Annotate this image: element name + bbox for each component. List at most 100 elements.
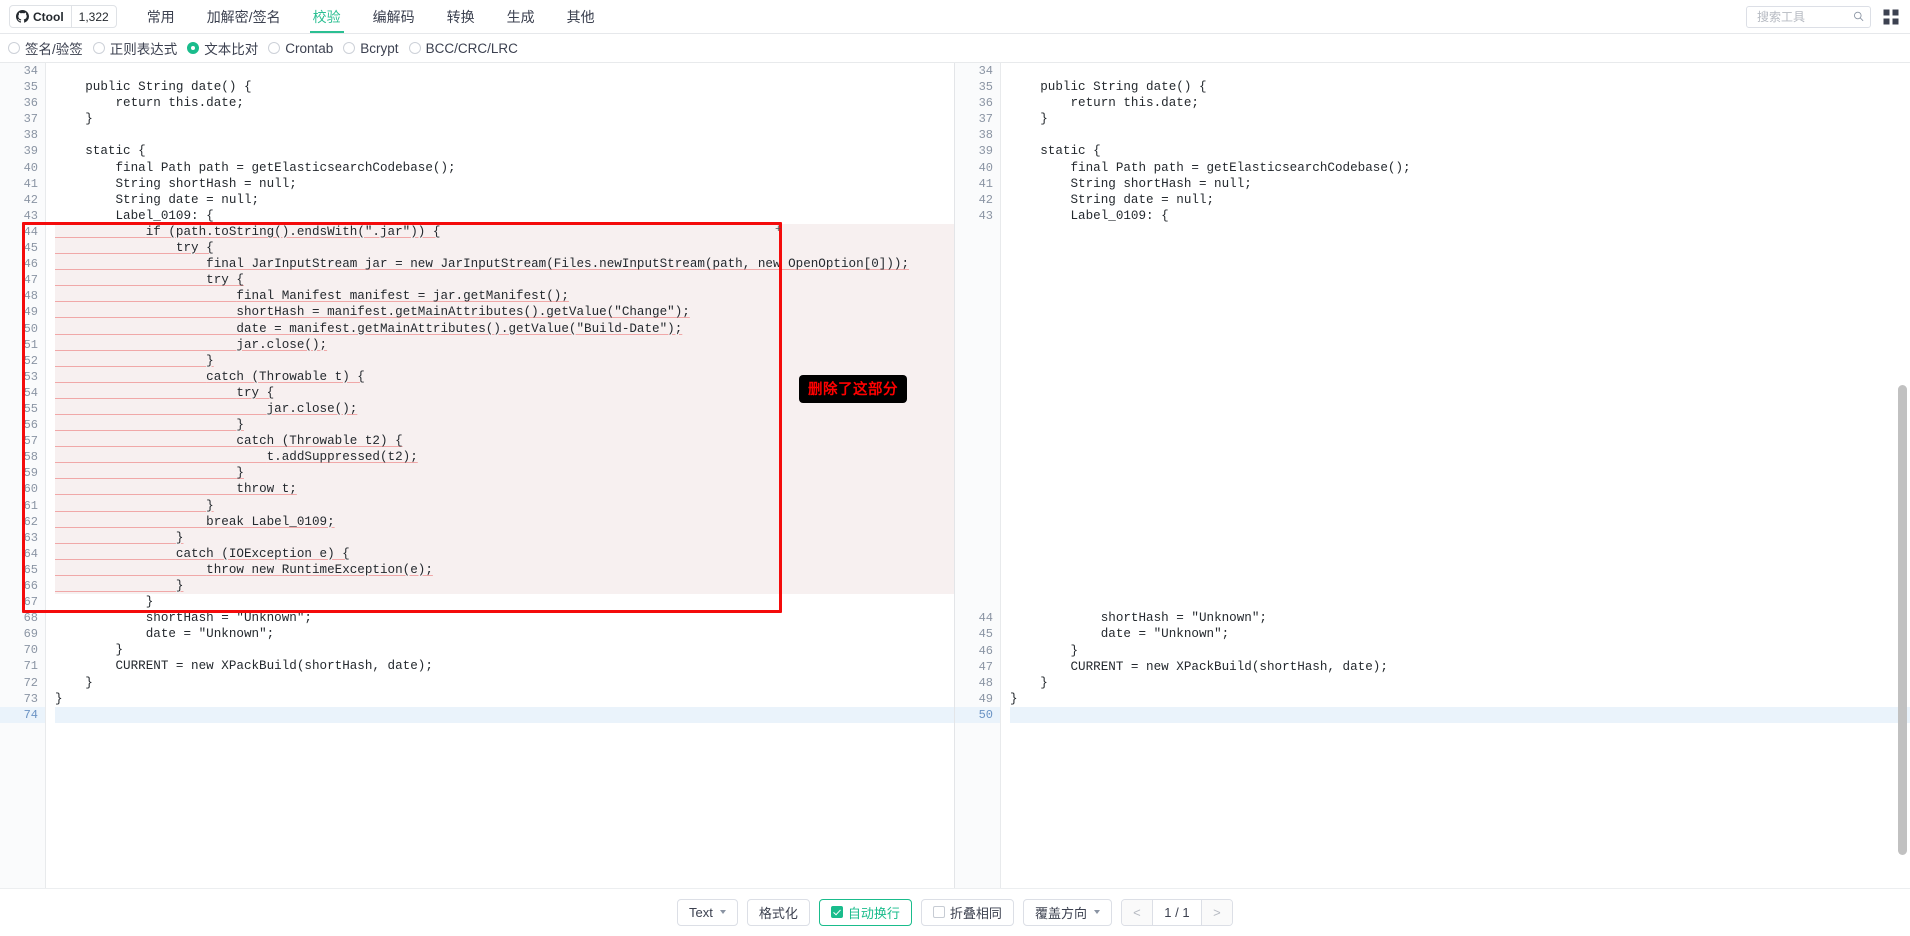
code-line-deleted[interactable]: shortHash = manifest.getMainAttributes()… — [55, 304, 954, 321]
line-number: 34 — [978, 64, 993, 78]
code-line[interactable]: } — [55, 642, 954, 658]
line-number: 41 — [23, 176, 38, 191]
code-content-left[interactable]: public String date() { return this.date;… — [46, 63, 954, 888]
grid-apps-icon[interactable] — [1883, 9, 1899, 25]
code-line[interactable]: static { — [1010, 143, 1910, 159]
format-button[interactable]: 格式化 — [746, 898, 810, 926]
code-line[interactable]: String shortHash = null; — [1010, 176, 1910, 192]
search-icon[interactable] — [1853, 10, 1865, 23]
code-line[interactable]: } — [55, 675, 954, 691]
radio-sign-verify[interactable]: 签名/验签 — [5, 38, 90, 58]
radio-text-diff[interactable]: 文本比对 — [184, 38, 265, 58]
code-line[interactable]: public String date() { — [1010, 79, 1910, 95]
code-line[interactable]: } — [55, 594, 954, 610]
code-line[interactable]: } — [55, 691, 954, 707]
code-line[interactable] — [1010, 127, 1910, 143]
format-type-label: Text — [689, 904, 713, 920]
line-number: 48 — [978, 675, 993, 690]
vertical-scrollbar[interactable] — [1898, 65, 1907, 887]
line-number: 35 — [23, 80, 38, 95]
code-line[interactable] — [1010, 63, 1910, 79]
code-line[interactable]: String date = null; — [55, 192, 954, 208]
auto-wrap-toggle[interactable]: 自动换行 — [818, 898, 912, 926]
code-line[interactable]: } — [1010, 643, 1910, 659]
code-line[interactable]: CURRENT = new XPackBuild(shortHash, date… — [1010, 659, 1910, 675]
code-line-deleted[interactable]: } — [55, 417, 954, 434]
radio-bcrypt[interactable]: Bcrypt — [340, 41, 405, 56]
overwrite-direction-select[interactable]: 覆盖方向 — [1022, 898, 1112, 926]
code-line-deleted[interactable]: final Manifest manifest = jar.getManifes… — [55, 288, 954, 305]
code-line-deleted[interactable]: try { — [55, 272, 954, 289]
code-line-deleted[interactable]: t.addSuppressed(t2); — [55, 449, 954, 466]
tab-generate[interactable]: 生成 — [491, 0, 551, 33]
code-line[interactable]: } — [1010, 675, 1910, 691]
code-line[interactable]: } — [55, 111, 954, 127]
code-line[interactable]: final Path path = getElasticsearchCodeba… — [55, 160, 954, 176]
code-line[interactable]: Label_0109: { — [1010, 208, 1910, 224]
code-line[interactable]: String date = null; — [1010, 192, 1910, 208]
code-line[interactable]: date = "Unknown"; — [1010, 626, 1910, 642]
code-line[interactable]: public String date() { — [55, 79, 954, 95]
tab-encrypt-sign[interactable]: 加解密/签名 — [191, 0, 297, 33]
code-line-deleted[interactable]: } — [55, 578, 954, 595]
brand-badge[interactable]: Ctool 1,322 — [9, 5, 117, 28]
code-line[interactable]: } — [1010, 691, 1910, 707]
code-line-deleted[interactable]: if (path.toString().endsWith(".jar")) { — [55, 223, 954, 241]
radio-regex[interactable]: 正则表达式 — [90, 38, 185, 58]
code-line[interactable]: shortHash = "Unknown"; — [55, 610, 954, 626]
pager-next-button[interactable]: > — [1201, 899, 1232, 925]
radio-indicator — [92, 42, 105, 54]
search-input[interactable] — [1755, 8, 1854, 25]
radio-crontab[interactable]: Crontab — [265, 41, 340, 56]
code-line[interactable]: String shortHash = null; — [55, 176, 954, 192]
code-content-right[interactable]: public String date() { return this.date;… — [1001, 63, 1910, 888]
search-tool-box[interactable] — [1746, 5, 1871, 28]
code-line[interactable] — [55, 63, 954, 79]
diff-pane-right[interactable]: 34 35 36 37 38 39 40 41 42 43 44 45 46 47 48 49 50 publi… — [955, 63, 1910, 888]
code-line-deleted[interactable]: final JarInputStream jar = new JarInputS… — [55, 256, 954, 273]
code-line-deleted[interactable]: throw new RuntimeException(e); — [55, 561, 954, 578]
code-line[interactable] — [55, 127, 954, 143]
code-line-deleted[interactable]: jar.close(); — [55, 400, 954, 418]
diff-pager: < 1 / 1 > — [1120, 898, 1233, 926]
code-line-deleted[interactable]: } — [55, 352, 954, 369]
vertical-scrollbar-thumb[interactable] — [1898, 385, 1907, 855]
code-line-deleted[interactable]: } — [55, 465, 954, 482]
tab-common[interactable]: 常用 — [131, 0, 191, 33]
code-line-deleted[interactable]: } — [55, 529, 954, 546]
tab-convert[interactable]: 转换 — [431, 0, 491, 33]
pager-prev-button[interactable]: < — [1121, 899, 1152, 925]
code-line-deleted[interactable]: throw t; — [55, 481, 954, 498]
code-line-deleted[interactable]: jar.close(); — [55, 336, 954, 353]
code-line-deleted[interactable]: date = manifest.getMainAttributes().getV… — [55, 320, 954, 337]
code-line[interactable]: shortHash = "Unknown"; — [1010, 610, 1910, 626]
code-line[interactable]: return this.date; — [55, 95, 954, 111]
tab-verify[interactable]: 校验 — [297, 0, 357, 33]
line-number: 54 — [23, 385, 38, 400]
tab-encode-decode[interactable]: 编解码 — [357, 0, 431, 33]
brand-name-label: Ctool — [33, 9, 64, 24]
code-line[interactable] — [1010, 706, 1910, 723]
code-line-deleted[interactable]: try { — [55, 240, 954, 257]
code-line[interactable]: return this.date; — [1010, 95, 1910, 111]
code-line[interactable]: CURRENT = new XPackBuild(shortHash, date… — [55, 658, 954, 674]
code-line-deleted[interactable]: } — [55, 497, 954, 514]
code-line[interactable]: Label_0109: { — [55, 208, 954, 224]
code-line[interactable]: final Path path = getElasticsearchCodeba… — [1010, 160, 1910, 176]
format-type-select[interactable]: Text — [677, 898, 738, 926]
code-line-deleted[interactable]: break Label_0109; — [55, 513, 954, 530]
line-number: 49 — [23, 305, 38, 320]
line-number: 51 — [23, 337, 38, 352]
code-line[interactable] — [55, 706, 954, 723]
code-line[interactable]: static { — [55, 143, 954, 159]
code-line[interactable]: date = "Unknown"; — [55, 626, 954, 642]
code-line-deleted[interactable]: catch (IOException e) { — [55, 545, 954, 562]
code-line-deleted[interactable]: catch (Throwable t2) { — [55, 433, 954, 450]
line-number: 34 — [23, 64, 38, 78]
tab-other[interactable]: 其他 — [551, 0, 611, 33]
fold-same-toggle[interactable]: 折叠相同 — [920, 898, 1014, 926]
code-line[interactable]: } — [1010, 111, 1910, 127]
diff-pane-left[interactable]: 34 35 36 37 38 39 40 41 42 43 44 45 46 47 48 49 50 51 52 53… — [0, 63, 955, 888]
radio-bcc-crc-lrc[interactable]: BCC/CRC/LRC — [406, 41, 525, 56]
checkbox-indicator — [830, 906, 843, 918]
